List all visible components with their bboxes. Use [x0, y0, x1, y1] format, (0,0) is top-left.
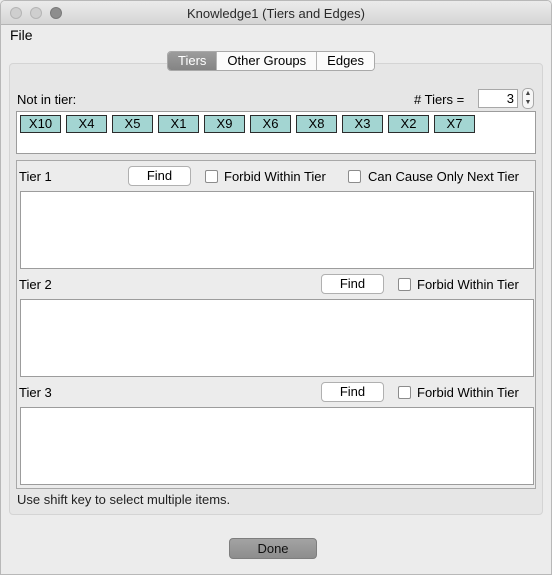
tier-3-list[interactable]	[20, 407, 534, 485]
tier-2-forbid-label: Forbid Within Tier	[417, 277, 519, 292]
num-tiers-input[interactable]	[478, 89, 518, 108]
done-button[interactable]: Done	[229, 538, 317, 559]
tier-1-find-button[interactable]: Find	[128, 166, 191, 186]
tier-1-label: Tier 1	[19, 169, 52, 184]
tier-1-forbid-checkbox[interactable]	[205, 170, 218, 183]
variable-chip[interactable]: X10	[20, 115, 61, 133]
tier-2-forbid-checkbox[interactable]	[398, 278, 411, 291]
multi-select-hint: Use shift key to select multiple items.	[17, 492, 231, 507]
title-bar[interactable]: Knowledge1 (Tiers and Edges)	[1, 1, 551, 25]
tab-edges[interactable]: Edges	[317, 52, 375, 70]
tier-1-forbid-label: Forbid Within Tier	[224, 169, 326, 184]
variable-chip[interactable]: X9	[204, 115, 245, 133]
tier-2-find-button[interactable]: Find	[321, 274, 384, 294]
tier-1-list[interactable]	[20, 191, 534, 269]
tier-3-find-button[interactable]: Find	[321, 382, 384, 402]
tier-2-label: Tier 2	[19, 277, 52, 292]
tab-other-groups[interactable]: Other Groups	[217, 52, 318, 70]
variable-chip-row: X10 X4 X5 X1 X9 X6 X8 X3 X2 X7	[20, 115, 475, 133]
variable-chip[interactable]: X3	[342, 115, 383, 133]
chevron-down-icon: ▼	[524, 99, 532, 106]
not-in-tier-label: Not in tier:	[17, 92, 77, 107]
tab-bar: Tiers Other Groups Edges	[167, 51, 376, 71]
menu-bar: File	[1, 25, 551, 47]
tier-3-label: Tier 3	[19, 385, 52, 400]
tiers-area: Tier 1 Find Forbid Within Tier Can Cause…	[16, 160, 536, 489]
num-tiers-label: # Tiers =	[414, 92, 465, 107]
tier-2-list[interactable]	[20, 299, 534, 377]
not-in-tier-list[interactable]: X10 X4 X5 X1 X9 X6 X8 X3 X2 X7	[16, 111, 536, 154]
tab-tiers[interactable]: Tiers	[168, 52, 218, 70]
num-tiers-stepper[interactable]: ▲ ▼	[522, 88, 534, 109]
variable-chip[interactable]: X8	[296, 115, 337, 133]
variable-chip[interactable]: X5	[112, 115, 153, 133]
tier-3-forbid-label: Forbid Within Tier	[417, 385, 519, 400]
tier-1-next-only-label: Can Cause Only Next Tier	[368, 169, 520, 184]
chevron-up-icon: ▲	[524, 90, 532, 97]
variable-chip[interactable]: X2	[388, 115, 429, 133]
variable-chip[interactable]: X6	[250, 115, 291, 133]
window-title: Knowledge1 (Tiers and Edges)	[186, 6, 365, 21]
tier-3-forbid-checkbox[interactable]	[398, 386, 411, 399]
knowledge-window: Knowledge1 (Tiers and Edges) File Tiers …	[0, 0, 552, 575]
menu-file[interactable]: File	[10, 27, 33, 43]
variable-chip[interactable]: X1	[158, 115, 199, 133]
variable-chip[interactable]: X7	[434, 115, 475, 133]
variable-chip[interactable]: X4	[66, 115, 107, 133]
tier-1-next-only-checkbox[interactable]	[348, 170, 361, 183]
